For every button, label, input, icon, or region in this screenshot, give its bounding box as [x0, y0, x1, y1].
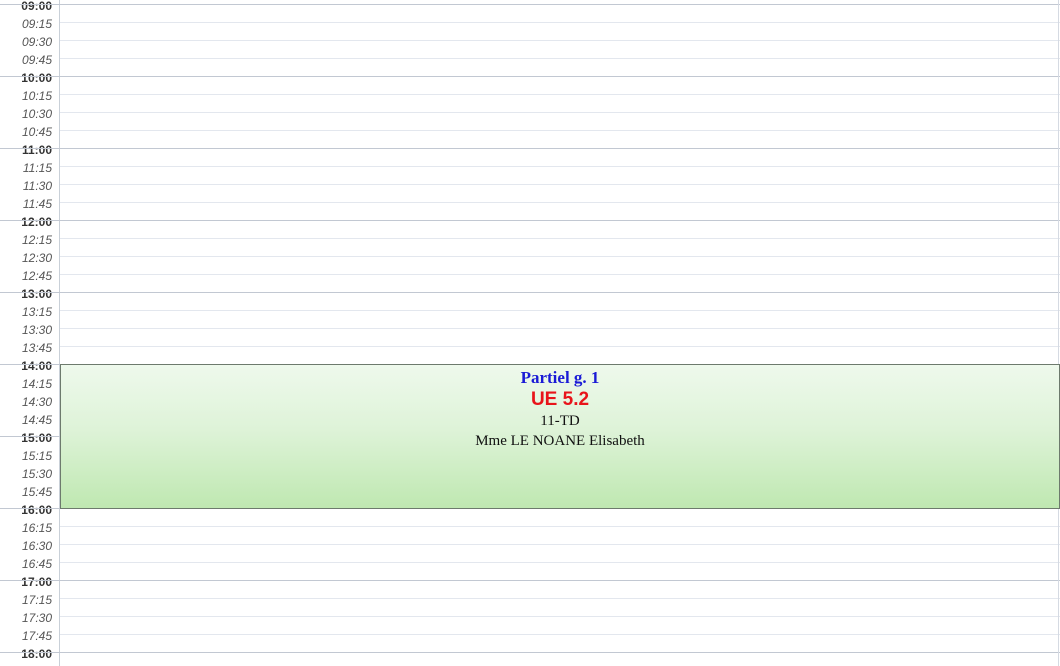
hour-gridline: [60, 4, 1060, 5]
time-label: 17:00: [21, 575, 52, 589]
quarter-gridline: [60, 130, 1060, 131]
event-course: UE 5.2: [530, 389, 590, 410]
hour-gridline: [60, 76, 1060, 77]
time-label: 11:15: [22, 161, 52, 175]
hour-tick: [0, 4, 60, 5]
time-label: 12:30: [21, 251, 52, 265]
quarter-gridline: [60, 184, 1060, 185]
time-label: 15:30: [21, 467, 52, 481]
quarter-gridline: [60, 112, 1060, 113]
time-label: 09:30: [21, 35, 52, 49]
quarter-gridline: [60, 562, 1060, 563]
event-teacher: Mme LE NOANE Elisabeth: [475, 433, 645, 449]
time-label: 18:00: [21, 647, 52, 661]
quarter-gridline: [60, 598, 1060, 599]
time-label: 16:00: [21, 503, 52, 517]
quarter-gridline: [60, 634, 1060, 635]
quarter-gridline: [60, 40, 1060, 41]
hour-gridline: [60, 652, 1060, 653]
quarter-gridline: [60, 94, 1060, 95]
hour-tick: [0, 292, 60, 293]
event-room: 11-TD: [540, 413, 580, 429]
quarter-gridline: [60, 274, 1060, 275]
quarter-gridline: [60, 328, 1060, 329]
time-label: 15:15: [21, 449, 52, 463]
time-label: 12:45: [21, 269, 52, 283]
time-label: 12:00: [21, 215, 52, 229]
time-label: 14:45: [21, 413, 52, 427]
time-label: 11:45: [22, 197, 52, 211]
time-label: 14:30: [21, 395, 52, 409]
quarter-gridline: [60, 346, 1060, 347]
quarter-gridline: [60, 238, 1060, 239]
time-label: 12:15: [21, 233, 52, 247]
hour-tick: [0, 508, 60, 509]
hour-gridline: [60, 220, 1060, 221]
time-label: 14:15: [21, 377, 52, 391]
quarter-gridline: [60, 310, 1060, 311]
time-label: 17:30: [21, 611, 52, 625]
time-label: 17:15: [21, 593, 52, 607]
quarter-gridline: [60, 22, 1060, 23]
hour-tick: [0, 220, 60, 221]
time-label: 16:45: [21, 557, 52, 571]
time-label: 16:15: [21, 521, 52, 535]
time-label: 13:30: [21, 323, 52, 337]
hour-tick: [0, 652, 60, 653]
hour-tick: [0, 580, 60, 581]
hour-tick: [0, 148, 60, 149]
time-label: 09:00: [21, 0, 52, 13]
time-label: 11:30: [22, 179, 52, 193]
quarter-gridline: [60, 58, 1060, 59]
time-label: 10:15: [21, 89, 52, 103]
time-label: 15:00: [21, 431, 52, 445]
time-label: 10:30: [21, 107, 52, 121]
time-label: 16:30: [21, 539, 52, 553]
time-label: 14:00: [21, 359, 52, 373]
event-title: Partiel g. 1: [520, 368, 600, 387]
quarter-gridline: [60, 616, 1060, 617]
time-label: 09:15: [21, 17, 52, 31]
quarter-gridline: [60, 526, 1060, 527]
hour-gridline: [60, 148, 1060, 149]
time-label: 09:45: [21, 53, 52, 67]
time-label: 15:45: [21, 485, 52, 499]
hour-tick: [0, 76, 60, 77]
grid-right-border: [1058, 0, 1059, 666]
quarter-gridline: [60, 202, 1060, 203]
time-label: 13:15: [21, 305, 52, 319]
time-column: 09:00 09:15 09:30 09:45 10:00 10:15 10:30 10:45…: [0, 0, 60, 666]
hour-tick: [0, 436, 60, 437]
day-schedule-view: 09:00 09:15 09:30 09:45 10:00 10:15 10:30 10:45…: [0, 0, 1060, 666]
quarter-gridline: [60, 166, 1060, 167]
hour-gridline: [60, 292, 1060, 293]
event-block-partiel[interactable]: Partiel g. 1 UE 5.2 11-TD Mme LE NOANE E…: [60, 364, 1060, 509]
hour-tick: [0, 364, 60, 365]
time-label: 13:45: [21, 341, 52, 355]
time-label: 17:45: [21, 629, 52, 643]
time-label: 13:00: [21, 287, 52, 301]
hour-gridline: [60, 580, 1060, 581]
time-label: 10:00: [21, 71, 52, 85]
time-label: 11:00: [21, 143, 52, 157]
quarter-gridline: [60, 256, 1060, 257]
time-label: 10:45: [21, 125, 52, 139]
quarter-gridline: [60, 544, 1060, 545]
